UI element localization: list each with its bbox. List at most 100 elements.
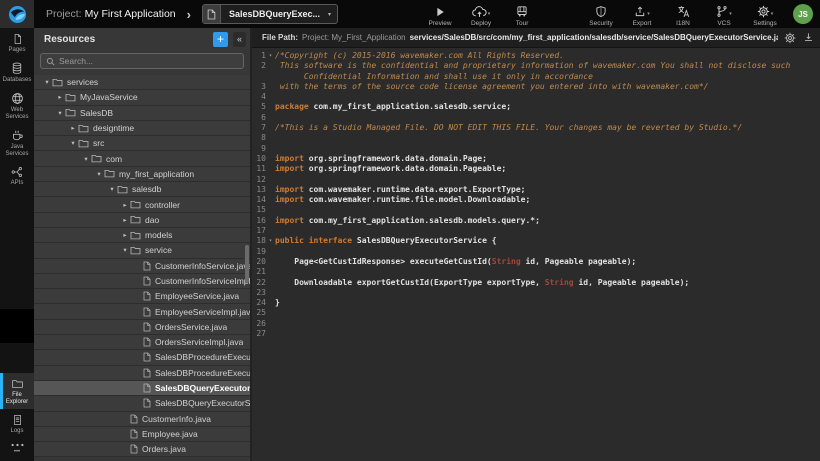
fold-gutter — [266, 164, 275, 174]
open-file-dropdown[interactable]: SalesDBQueryExec... ▾ — [202, 4, 338, 24]
fold-marker-icon[interactable]: ▾ — [266, 236, 275, 246]
code-line: 27 — [252, 329, 820, 339]
sidebar-item-pages[interactable]: Pages — [0, 28, 34, 57]
chevron-down-icon[interactable]: ▾ — [94, 170, 104, 178]
folder-icon — [104, 169, 115, 178]
code-line: 17 — [252, 226, 820, 236]
editor-settings-gear-icon[interactable] — [784, 32, 796, 44]
download-file-icon[interactable] — [803, 32, 814, 44]
sidebar-item-[interactable]: ••• — [0, 438, 34, 459]
tree-scrollbar-thumb[interactable] — [245, 245, 249, 283]
code-line: 14import com.wavemaker.runtime.file.mode… — [252, 195, 820, 205]
tree-item-salesdbqueryexecutorser[interactable]: SalesDBQueryExecutorSer — [34, 381, 250, 396]
tree-item-service[interactable]: ▾service — [34, 243, 250, 258]
resources-header: Resources + « — [34, 28, 250, 50]
code-line: Confidential Information and shall use i… — [252, 72, 820, 82]
action-export[interactable]: ▾Export — [628, 2, 656, 27]
tree-item-label: SalesDBQueryExecutorSer — [155, 383, 250, 393]
code-line: 4 — [252, 92, 820, 102]
tree-item-dao[interactable]: ▸dao — [34, 213, 250, 228]
line-number: 12 — [252, 175, 266, 185]
folder-icon — [52, 78, 63, 87]
tree-item-ordersserviceimpl-java[interactable]: OrdersServiceImpl.java — [34, 335, 250, 350]
folder-icon — [117, 185, 128, 194]
file-icon — [143, 398, 151, 408]
user-avatar[interactable]: JS — [793, 4, 813, 24]
search-input[interactable] — [59, 56, 238, 66]
sidebar-item-apis[interactable]: APIs — [0, 161, 34, 190]
line-number: 9 — [252, 144, 266, 154]
tree-item-employee-java[interactable]: Employee.java — [34, 427, 250, 442]
tree-item-salesdb[interactable]: ▾salesdb — [34, 182, 250, 197]
fold-gutter — [266, 267, 275, 277]
chevron-down-icon[interactable]: ▾ — [120, 246, 130, 254]
chevron-right-icon[interactable]: ▸ — [55, 93, 65, 101]
chevron-right-icon[interactable]: ▸ — [120, 231, 130, 239]
tree-item-controller[interactable]: ▸controller — [34, 197, 250, 212]
code-editor[interactable]: 1▾/*Copyright (c) 2015-2016 wavemaker.co… — [252, 48, 820, 461]
sidebar-item-logs[interactable]: Logs — [0, 409, 34, 438]
tree-item-customerinfo-java[interactable]: CustomerInfo.java — [34, 412, 250, 427]
tree-item-src[interactable]: ▾src — [34, 136, 250, 151]
sidebar-item-web-services[interactable]: Web Services — [0, 87, 34, 124]
tree-item-ordersservice-java[interactable]: OrdersService.java — [34, 320, 250, 335]
tree-item-designtime[interactable]: ▸designtime — [34, 121, 250, 136]
action-preview[interactable]: Preview — [426, 2, 454, 27]
tree-item-employeeservice-java[interactable]: EmployeeService.java — [34, 289, 250, 304]
chevron-right-icon[interactable]: ▸ — [120, 216, 130, 224]
tree-item-com[interactable]: ▾com — [34, 151, 250, 166]
sidebar-item-java-services[interactable]: Java Services — [0, 124, 34, 161]
line-number: 8 — [252, 133, 266, 143]
add-resource-button[interactable]: + — [213, 32, 228, 47]
action-settings[interactable]: ▾Settings — [751, 2, 779, 27]
left-rail: PagesDatabasesWeb ServicesJava ServicesA… — [0, 28, 34, 461]
tree-item-customerinfoserviceimpl-j[interactable]: CustomerInfoServiceImpl.j — [34, 274, 250, 289]
line-number: 15 — [252, 205, 266, 215]
tree-item-myjavaservice[interactable]: ▸MyJavaService — [34, 90, 250, 105]
action-deploy[interactable]: ▾Deploy — [467, 2, 495, 27]
chevron-down-icon[interactable]: ▾ — [81, 155, 91, 163]
tree-item-employeeserviceimpl-java[interactable]: EmployeeServiceImpl.java — [34, 304, 250, 319]
tree-item-services[interactable]: ▾services — [34, 75, 250, 90]
line-number: 17 — [252, 226, 266, 236]
file-icon — [143, 337, 151, 347]
tree-item-orders-java[interactable]: Orders.java — [34, 442, 250, 457]
tree-item-models[interactable]: ▸models — [34, 228, 250, 243]
sidebar-item-databases[interactable]: Databases — [0, 57, 34, 87]
tree-item-salesdbqueryexecutorser[interactable]: SalesDBQueryExecutorSer — [34, 396, 250, 411]
line-number — [252, 72, 266, 82]
fold-marker-icon[interactable]: ▾ — [266, 51, 275, 61]
sidebar-item-file-explorer[interactable]: File Explorer — [0, 373, 34, 409]
fold-gutter — [266, 175, 275, 185]
tree-item-salesdbprocedureexecuto[interactable]: SalesDBProcedureExecuto — [34, 366, 250, 381]
sidebar-item-label: ••• — [14, 449, 20, 456]
code-line: 19 — [252, 247, 820, 257]
action-security[interactable]: Security — [587, 2, 615, 27]
action-label: Deploy — [471, 20, 491, 27]
chevron-down-icon[interactable]: ▾ — [107, 185, 117, 193]
primary-toolbar: Preview ▾Deploy Tour — [426, 2, 536, 27]
action-vcs[interactable]: ▾VCS — [710, 2, 738, 27]
chevron-right-icon[interactable]: ▸ — [120, 201, 130, 209]
chevron-down-icon[interactable]: ▾ — [55, 109, 65, 117]
chevron-right-icon[interactable]: ▸ — [68, 124, 78, 132]
line-number: 6 — [252, 113, 266, 123]
tree-item-salesdbprocedureexecuto[interactable]: SalesDBProcedureExecuto — [34, 350, 250, 365]
line-number: 3 — [252, 82, 266, 92]
file-icon — [143, 383, 151, 393]
code-line: 20 Page<GetCustIdResponse> executeGetCus… — [252, 257, 820, 267]
cloud-upload-icon — [472, 6, 487, 18]
chevron-down-icon[interactable]: ▾ — [42, 78, 52, 86]
code-text: import org.springframework.data.domain.P… — [275, 154, 487, 164]
file-icon — [143, 291, 151, 301]
wavemaker-logo[interactable] — [0, 0, 34, 28]
tree-item-salesdb[interactable]: ▾SalesDB — [34, 106, 250, 121]
branch-icon — [716, 5, 728, 18]
action-i18n[interactable]: I18N — [669, 2, 697, 27]
collapse-panel-button[interactable]: « — [233, 32, 246, 47]
action-label: Preview — [429, 20, 452, 27]
action-tour[interactable]: Tour — [508, 2, 536, 27]
tree-item-customerinfoservice-java[interactable]: CustomerInfoService.java — [34, 259, 250, 274]
tree-item-my-first-application[interactable]: ▾my_first_application — [34, 167, 250, 182]
chevron-down-icon[interactable]: ▾ — [68, 139, 78, 147]
